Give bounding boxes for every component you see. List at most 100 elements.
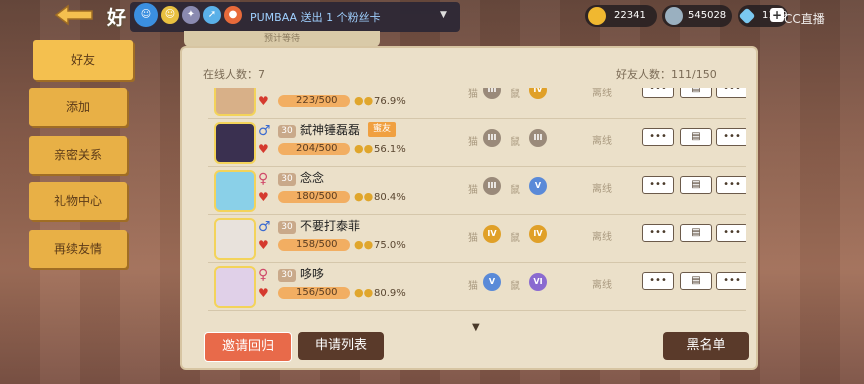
sidebar-item-intimate[interactable]: 亲密关系 (29, 136, 127, 174)
chevron-down-icon[interactable]: ▼ (440, 10, 447, 20)
cat-rank-icon: III (483, 88, 501, 99)
avatar[interactable] (214, 266, 256, 308)
gender-icon: ♀ (258, 267, 269, 283)
heart-icon: ♥ (258, 94, 269, 108)
chat-button[interactable]: ••• (642, 128, 674, 146)
win-rate: 75.0% (374, 240, 406, 251)
friend-row[interactable]: ♥ 223/500 ●● 76.9% 猫 III 鼠 IV 离线 ••• ▤ ••• (208, 88, 746, 119)
back-arrow-icon[interactable] (54, 4, 96, 26)
heart-icon: ♥ (258, 190, 269, 204)
mouse-label: 鼠 (510, 137, 520, 148)
mouse-rank-icon: V (529, 177, 547, 195)
mouse-rank-icon: VI (529, 273, 547, 291)
heart-icon: ♥ (258, 142, 269, 156)
online-status: 离线 (592, 232, 612, 243)
gender-icon: ♀ (258, 171, 269, 187)
friend-list[interactable]: ♥ 223/500 ●● 76.9% 猫 III 鼠 IV 离线 ••• ▤ ••• ♂ 30 弑神锤磊磊蜜… (208, 88, 746, 320)
banner-text: PUMBAA 送出 1 个粉丝卡 (250, 11, 381, 24)
level-badge: 30 (278, 125, 296, 138)
sidebar-item-gifts[interactable]: 礼物中心 (29, 182, 127, 220)
online-status: 离线 (592, 280, 612, 291)
relation-tag: 蜜友 (368, 122, 397, 137)
silver-value: 545028 (688, 10, 727, 21)
online-count: 在线人数：7 (203, 68, 265, 81)
gift-button[interactable]: ▤ (680, 272, 712, 290)
chat-button[interactable]: ••• (642, 176, 674, 194)
avatar[interactable] (214, 88, 256, 116)
win-rate: 80.9% (374, 288, 406, 299)
more-options-button[interactable]: ••• (716, 272, 746, 290)
online-status: 离线 (592, 88, 612, 99)
gift-orb-icon: ● (224, 6, 242, 24)
heart-icon: ♥ (258, 286, 269, 300)
requests-button[interactable]: 申请列表 (298, 332, 384, 360)
mouse-label: 鼠 (510, 233, 520, 244)
mouse-rank-icon: IV (529, 225, 547, 243)
friend-name: 不要打泰菲 (300, 219, 361, 233)
blacklist-button[interactable]: 黑名单 (663, 332, 749, 360)
mouse-rank-icon: III (529, 129, 547, 147)
cc-logo: CC直播 (784, 12, 825, 26)
cat-rank-icon: III (483, 129, 501, 147)
intimacy-value: 158/500 (296, 239, 338, 250)
rocket-icon: ➚ (203, 6, 221, 24)
win-rate: 76.9% (374, 96, 406, 107)
more-options-button[interactable]: ••• (716, 224, 746, 242)
friend-row[interactable]: ♀ 30 哆哆 ♥ 156/500 ●● 80.9% 猫 V 鼠 VI 离线 ••• ▤ ••• (208, 262, 746, 311)
friend-row[interactable]: ♂ 30 不要打泰菲 ♥ 158/500 ●● 75.0% 猫 IV 鼠 IV 离线 ••• ▤ ••• (208, 214, 746, 263)
friend-name: 弑神锤磊磊 (300, 123, 361, 137)
friend-name: 念念 (300, 171, 325, 185)
cat-rank-icon: V (483, 273, 501, 291)
heart-icon: ♥ (258, 238, 269, 252)
silver-coin-icon (665, 7, 683, 25)
banner-icons: ☺ ☺ ✦ ➚ ● (134, 3, 242, 27)
more-options-button[interactable]: ••• (716, 176, 746, 194)
scroll-down-icon[interactable]: ▼ (472, 322, 480, 333)
gift-button[interactable]: ▤ (680, 176, 712, 194)
coins-icon: ●● (354, 190, 374, 203)
cat-avatar-icon: ☺ (134, 3, 158, 27)
win-rate: 56.1% (374, 144, 406, 155)
cat-label: 猫 (468, 89, 478, 100)
level-badge: 30 (278, 173, 296, 186)
friends-count: 好友人数：111/150 (616, 68, 717, 81)
level-badge: 30 (278, 221, 296, 234)
chat-button[interactable]: ••• (642, 88, 674, 98)
gender-icon: ♂ (258, 123, 271, 139)
chat-button[interactable]: ••• (642, 224, 674, 242)
mouse-label: 鼠 (510, 89, 520, 100)
intimacy-value: 223/500 (296, 95, 338, 106)
gift-button[interactable]: ▤ (680, 128, 712, 146)
cat-label: 猫 (468, 233, 478, 244)
cat-label: 猫 (468, 185, 478, 196)
chat-button[interactable]: ••• (642, 272, 674, 290)
add-currency-button[interactable]: + (770, 8, 784, 22)
friend-name: 哆哆 (300, 267, 325, 281)
cat-label: 猫 (468, 281, 478, 292)
intimacy-value: 180/500 (296, 191, 338, 202)
gold-value: 22341 (614, 10, 646, 21)
more-options-button[interactable]: ••• (716, 88, 746, 98)
avatar[interactable] (214, 218, 256, 260)
intimacy-value: 204/500 (296, 143, 338, 154)
online-status: 离线 (592, 184, 612, 195)
invite-back-button[interactable]: 邀请回归 (204, 332, 292, 362)
page-title: 好 (107, 7, 127, 29)
coins-icon: ●● (354, 238, 374, 251)
avatar[interactable] (214, 170, 256, 212)
wait-tab: 预计等待 (184, 31, 380, 47)
badge-icon: ✦ (182, 6, 200, 24)
more-options-button[interactable]: ••• (716, 128, 746, 146)
cat-label: 猫 (468, 137, 478, 148)
gift-button[interactable]: ▤ (680, 224, 712, 242)
gift-button[interactable]: ▤ (680, 88, 712, 98)
intimacy-value: 156/500 (296, 287, 338, 298)
sidebar-item-add[interactable]: 添加 (29, 88, 127, 126)
cat-rank-icon: IV (483, 225, 501, 243)
friend-row[interactable]: ♂ 30 弑神锤磊磊 蜜友 ♥ 204/500 ●● 56.1% 猫 III 鼠 III 离线 ••• ▤ •… (208, 118, 746, 167)
avatar[interactable] (214, 122, 256, 164)
friend-row[interactable]: ♀ 30 念念 ♥ 180/500 ●● 80.4% 猫 III 鼠 V 离线 ••• ▤ ••• (208, 166, 746, 215)
sidebar-item-friends[interactable]: 好友 (33, 40, 133, 80)
online-status: 离线 (592, 136, 612, 147)
sidebar-item-renew[interactable]: 再续友情 (29, 230, 127, 268)
